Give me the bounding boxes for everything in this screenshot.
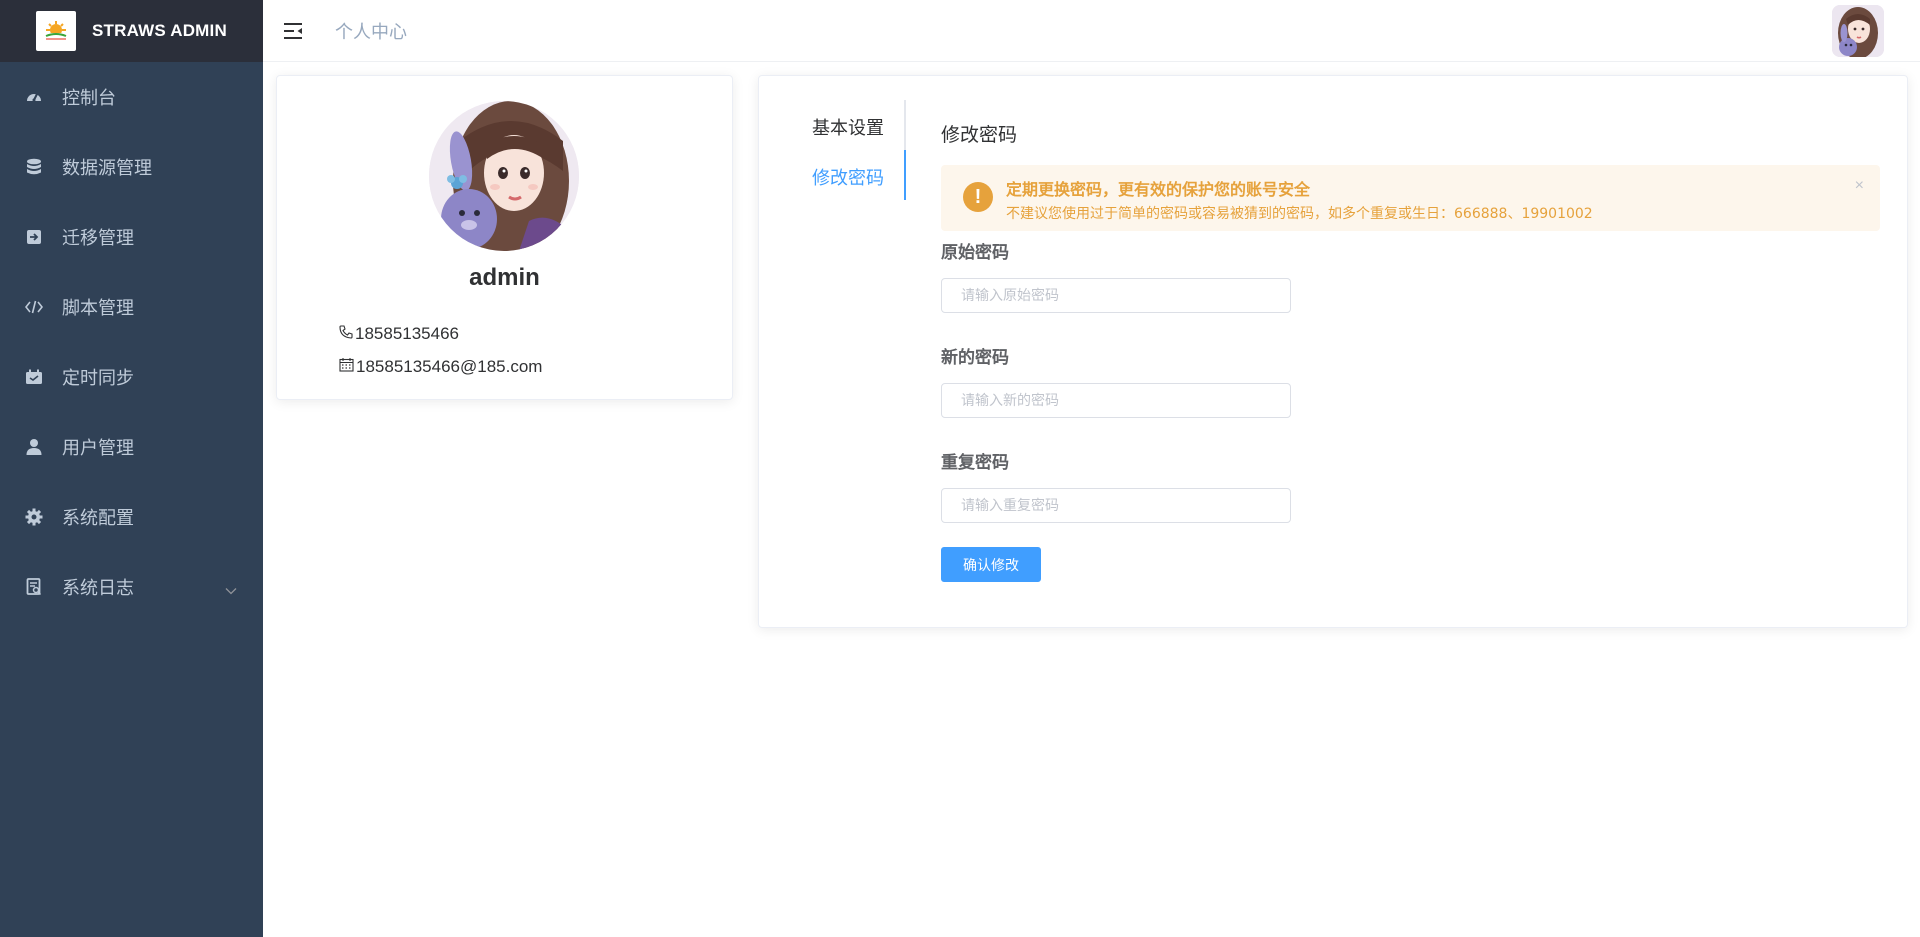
sidebar-item-label: 数据源管理 bbox=[62, 158, 152, 179]
settings-card: 基本设置 修改密码 修改密码 ! 定期更换密码，更有效的保护您的账号安全 不建议… bbox=[758, 75, 1908, 628]
profile-phone-row: 18585135466 bbox=[339, 324, 459, 344]
profile-email: 18585135466@185.com bbox=[356, 357, 543, 376]
hamburger-toggle-icon[interactable] bbox=[281, 19, 305, 43]
app-logo bbox=[36, 11, 76, 51]
sidebar-item-label: 脚本管理 bbox=[62, 298, 134, 319]
section-title: 修改密码 bbox=[941, 124, 1018, 146]
sidebar-item-dashboard[interactable]: 控制台 bbox=[0, 62, 263, 132]
tab-active-indicator bbox=[904, 150, 906, 200]
old-password-input[interactable] bbox=[941, 278, 1291, 313]
app-title: STRAWS ADMIN bbox=[92, 21, 227, 40]
sidebar-item-label: 用户管理 bbox=[62, 438, 134, 459]
new-password-label: 新的密码 bbox=[941, 348, 1009, 368]
profile-email-row: 18585135466@185.com bbox=[339, 357, 542, 377]
warning-icon: ! bbox=[963, 182, 993, 212]
schedule-icon bbox=[24, 367, 44, 387]
sidebar-item-datasource[interactable]: 数据源管理 bbox=[0, 132, 263, 202]
calendar-icon bbox=[339, 357, 356, 377]
sidebar-item-label: 系统配置 bbox=[62, 508, 134, 529]
gear-icon bbox=[24, 507, 44, 527]
chevron-down-icon bbox=[225, 579, 237, 600]
alert-description: 不建议您使用过于简单的密码或容易被猜到的密码，如多个重复或生日：666888、1… bbox=[1006, 206, 1593, 222]
sidebar-item-schedule[interactable]: 定时同步 bbox=[0, 342, 263, 412]
close-icon[interactable]: × bbox=[1855, 177, 1864, 195]
phone-icon bbox=[339, 324, 355, 344]
profile-card: admin 18585135466 18585135466@185.com bbox=[276, 75, 733, 400]
tab-change-password[interactable]: 修改密码 bbox=[812, 164, 884, 190]
sidebar-item-system-log[interactable]: 系统日志 bbox=[0, 552, 263, 622]
repeat-password-label: 重复密码 bbox=[941, 453, 1009, 473]
logo-bar: STRAWS ADMIN bbox=[0, 0, 263, 62]
alert-title: 定期更换密码，更有效的保护您的账号安全 bbox=[1006, 180, 1311, 199]
top-header: 个人中心 bbox=[263, 0, 1920, 62]
new-password-input[interactable] bbox=[941, 383, 1291, 418]
warning-alert: ! 定期更换密码，更有效的保护您的账号安全 不建议您使用过于简单的密码或容易被猜… bbox=[941, 165, 1880, 231]
code-icon bbox=[24, 297, 44, 317]
settings-tabs: 基本设置 修改密码 bbox=[759, 100, 906, 200]
sidebar-item-system-config[interactable]: 系统配置 bbox=[0, 482, 263, 552]
migration-icon bbox=[24, 227, 44, 247]
breadcrumb[interactable]: 个人中心 bbox=[335, 18, 407, 44]
user-avatar[interactable] bbox=[1832, 5, 1884, 57]
sidebar-item-scripts[interactable]: 脚本管理 bbox=[0, 272, 263, 342]
sidebar-item-label: 系统日志 bbox=[62, 578, 134, 599]
old-password-label: 原始密码 bbox=[941, 243, 1009, 263]
profile-phone: 18585135466 bbox=[355, 324, 460, 343]
sidebar-item-label: 定时同步 bbox=[62, 368, 134, 389]
sidebar: STRAWS ADMIN 控制台 数据源管理 迁移管理 脚本管理 定时同步 用户… bbox=[0, 0, 263, 937]
profile-username: admin bbox=[469, 264, 540, 291]
database-icon bbox=[24, 157, 44, 177]
log-icon bbox=[24, 577, 44, 597]
repeat-password-input[interactable] bbox=[941, 488, 1291, 523]
profile-avatar[interactable] bbox=[429, 101, 579, 251]
sidebar-item-users[interactable]: 用户管理 bbox=[0, 412, 263, 482]
sidebar-item-label: 控制台 bbox=[62, 88, 116, 109]
confirm-change-button[interactable]: 确认修改 bbox=[941, 547, 1041, 582]
dashboard-icon bbox=[24, 87, 44, 107]
sidebar-item-migration[interactable]: 迁移管理 bbox=[0, 202, 263, 272]
sidebar-item-label: 迁移管理 bbox=[62, 228, 134, 249]
user-icon bbox=[24, 437, 44, 457]
tab-basic-settings[interactable]: 基本设置 bbox=[812, 114, 884, 140]
